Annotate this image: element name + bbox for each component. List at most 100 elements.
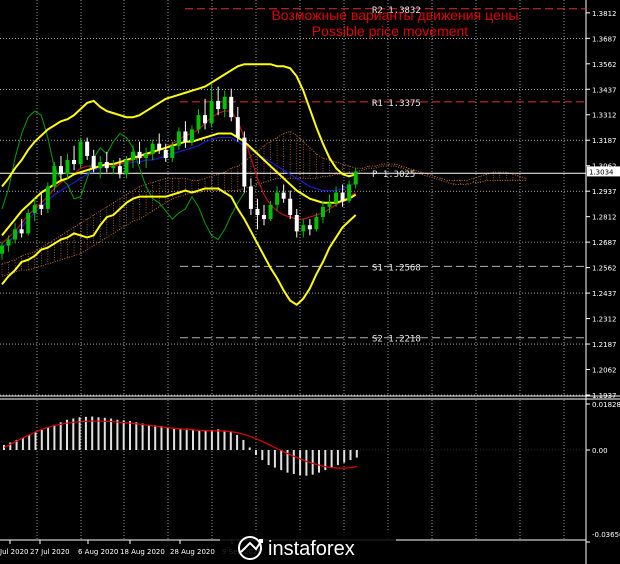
macd-bar: [192, 429, 194, 450]
candle-body: [203, 115, 208, 124]
candle-body: [216, 100, 221, 110]
candle-body: [340, 192, 345, 201]
time-tick-label: Jul 2020: [0, 548, 29, 556]
candle-body: [13, 229, 18, 240]
candle-body: [334, 192, 339, 203]
price-tick-label: 1.3437: [592, 86, 617, 94]
candle-body: [19, 229, 24, 234]
macd-bar: [135, 422, 138, 450]
macd-bar: [299, 450, 302, 476]
macd-bar: [154, 425, 157, 450]
candle-body: [262, 215, 266, 220]
price-tick-label: 1.2187: [592, 341, 617, 349]
price-tick-label: 1.2312: [592, 316, 617, 324]
macd-bar: [34, 432, 37, 450]
time-tick-label: 6 Aug 2020: [78, 548, 118, 556]
macd-bar: [160, 426, 163, 450]
candle-body: [39, 204, 44, 209]
candle-body: [72, 159, 77, 165]
price-tick-label: 1.2062: [592, 367, 617, 375]
macd-bar: [236, 434, 239, 450]
candle-body: [242, 137, 247, 187]
macd-bar: [59, 422, 62, 450]
macd-bar: [292, 450, 295, 474]
chart-background: [0, 0, 620, 564]
candle-body: [222, 96, 227, 110]
price-tick-label: 1.3562: [592, 61, 617, 69]
macd-bar: [305, 450, 308, 476]
candle-body: [275, 192, 280, 205]
candle-body: [288, 198, 293, 216]
candle-body: [85, 141, 90, 156]
macd-bar: [343, 450, 346, 463]
level-label-r1: R1 1.3375: [372, 99, 421, 109]
candle-body: [301, 225, 306, 232]
level-label-p: P 1.3025: [372, 170, 415, 180]
macd-bar: [355, 450, 358, 458]
macd-bar: [223, 430, 226, 450]
macd-bar: [122, 420, 125, 450]
candle-body: [268, 204, 273, 220]
macd-bar: [103, 417, 106, 450]
candle-body: [170, 145, 175, 158]
candle-body: [163, 149, 168, 158]
macd-bar: [273, 450, 276, 468]
macd-bar: [280, 450, 283, 471]
candle-body: [111, 166, 116, 169]
time-tick-label: 18 Aug 2020: [120, 548, 165, 556]
candle-body: [98, 162, 103, 169]
price-tick-label: 1.2937: [592, 188, 617, 196]
macd-bar: [116, 419, 119, 450]
macd-bar: [267, 450, 270, 466]
price-tick-label: 1.2562: [592, 265, 617, 273]
candle-body: [78, 141, 83, 165]
candle-body: [58, 166, 63, 175]
instaforex-logo: instaforex: [220, 530, 396, 564]
candle-body: [45, 186, 50, 209]
candle-body: [157, 143, 162, 150]
macd-bar: [336, 450, 339, 466]
candle-body: [6, 239, 11, 246]
level-label-s1: S1 1.2568: [372, 263, 421, 273]
candle-body: [176, 131, 181, 146]
candle-body: [32, 204, 37, 213]
price-tick-label: 1.2812: [592, 214, 617, 222]
candle-body: [124, 159, 129, 175]
macd-bar: [66, 419, 68, 450]
macd-bar: [129, 421, 131, 450]
macd-bar: [242, 439, 245, 450]
candle-body: [91, 155, 96, 169]
candle-body: [248, 186, 253, 209]
price-tick-label: 1.2687: [592, 239, 617, 247]
macd-bar: [185, 428, 188, 450]
candle-body: [294, 215, 299, 232]
candle-body: [327, 202, 332, 207]
price-tick-label: 1.3312: [592, 112, 617, 120]
macd-bar: [248, 447, 251, 450]
macd-tick-label: 0.00: [592, 447, 608, 455]
candle-body: [307, 225, 312, 230]
candle-body: [26, 212, 31, 234]
candle-body: [131, 151, 135, 160]
macd-bar: [261, 450, 264, 461]
macd-tick-label: 0.01828: [592, 401, 620, 409]
candle-body: [65, 159, 70, 175]
candle-body: [320, 206, 325, 218]
macd-bar: [147, 424, 150, 450]
candle-body: [189, 129, 194, 142]
candle-body: [0, 245, 4, 254]
macd-bar: [40, 429, 43, 450]
candle-body: [353, 171, 358, 185]
price-tick-label: 1.3687: [592, 35, 617, 43]
candle-body: [183, 131, 188, 142]
candle-body: [150, 143, 155, 154]
candle-body: [314, 217, 319, 230]
price-tick-label: 1.1937: [592, 392, 617, 400]
macd-bar: [204, 430, 207, 450]
macd-bar: [217, 429, 220, 450]
candle-body: [281, 192, 286, 199]
candle-body: [255, 208, 260, 216]
macd-bar: [179, 428, 182, 450]
macd-bar: [97, 417, 100, 450]
macd-bar: [210, 429, 213, 450]
